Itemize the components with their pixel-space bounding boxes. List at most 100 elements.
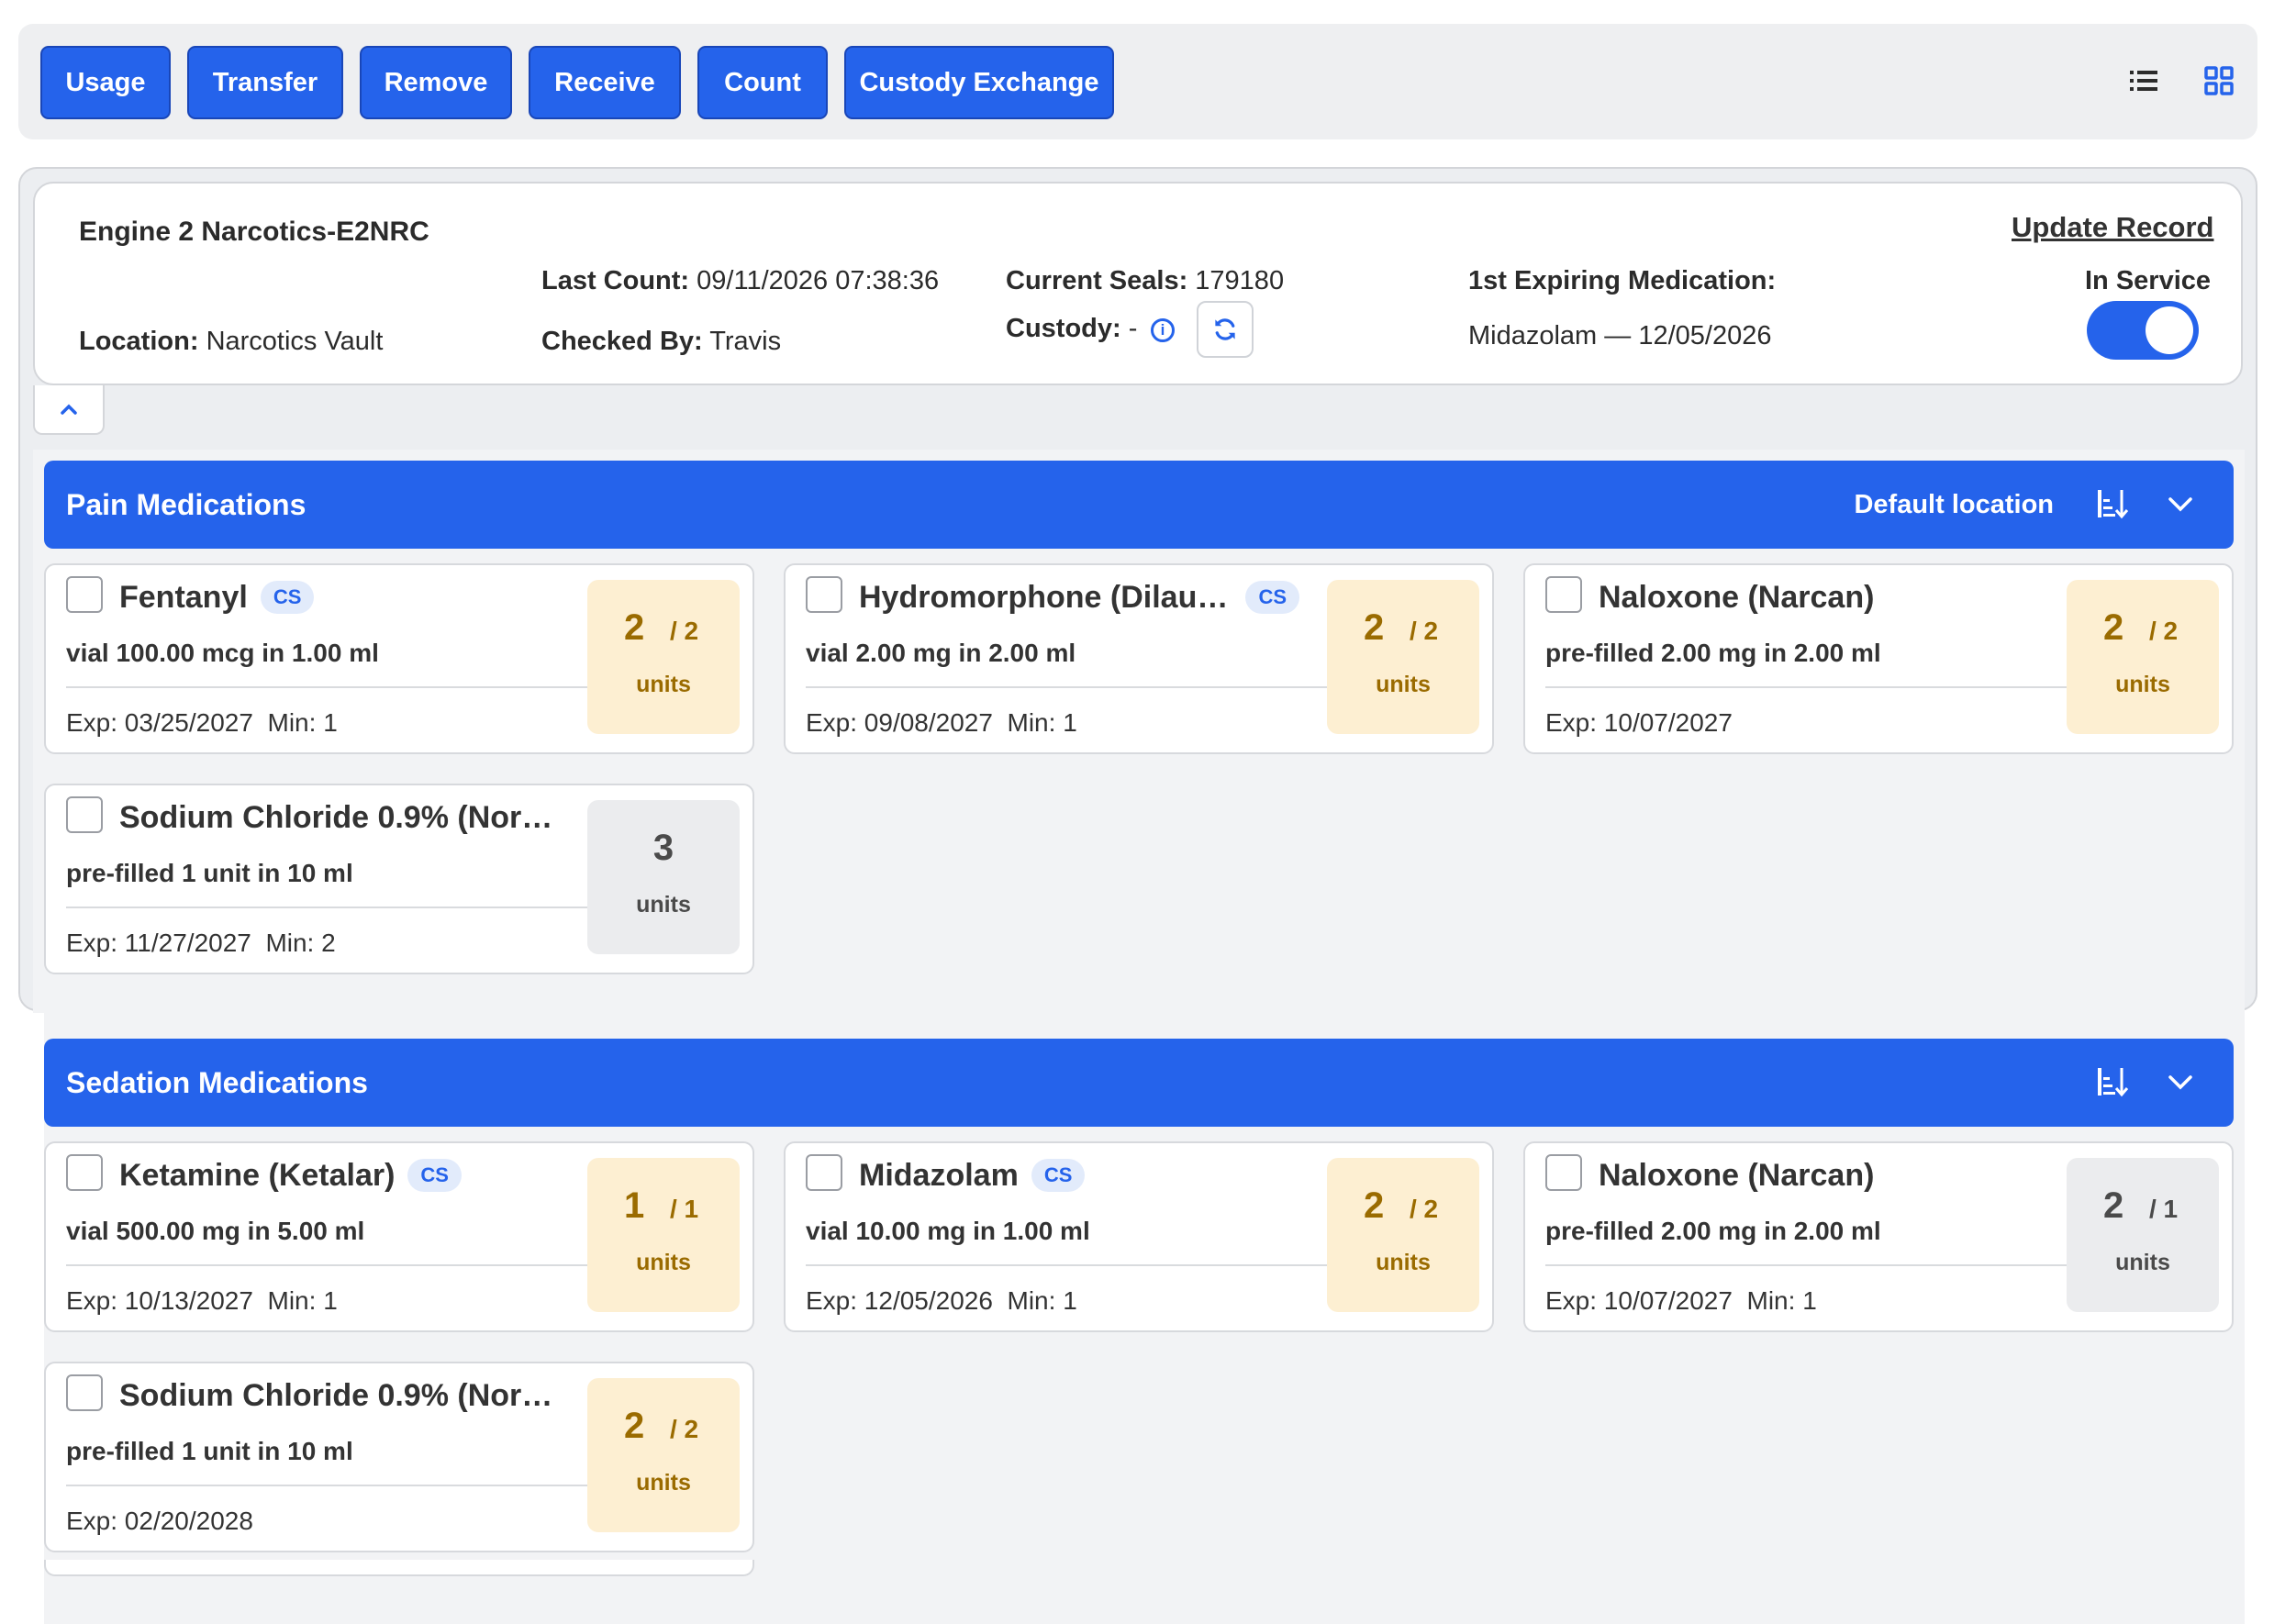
section-header-sedation: Sedation Medications (44, 1039, 2234, 1127)
transfer-button[interactable]: Transfer (187, 46, 343, 119)
service-status-label: In Service (2085, 266, 2212, 295)
exp-date: Exp: 03/25/2027 (66, 708, 253, 737)
refresh-icon (1215, 318, 1235, 340)
exp-date: Exp: 02/20/2028 (66, 1507, 253, 1535)
medication-form: vial 500.00 mg in 5.00 ml (66, 1217, 365, 1245)
medication-card[interactable]: Midazolam CS vial 10.00 mg in 1.00 ml Exp: … (784, 1141, 1494, 1332)
medication-form: vial 10.00 mg in 1.00 ml (806, 1217, 1090, 1245)
default-location-button[interactable]: Default location (1854, 461, 2054, 549)
medication-form: pre-filled 1 unit in 10 ml (66, 859, 353, 887)
select-checkbox[interactable] (66, 576, 103, 613)
location-value: Narcotics Vault (206, 327, 384, 356)
quantity-unit: units (1376, 1250, 1431, 1275)
medication-card[interactable]: Naloxone (Narcan) pre-filled 2.00 mg in 2… (1523, 1141, 2234, 1332)
sort-icon[interactable] (2094, 1064, 2131, 1101)
medication-name-text: Fentanyl (119, 579, 248, 615)
medication-form: pre-filled 1 unit in 10 ml (66, 1437, 353, 1465)
min-qty: Min: 1 (267, 1286, 338, 1315)
last-count-value: 09/11/2026 07:38:36 (697, 266, 940, 295)
exp-date: Exp: 12/05/2026 (806, 1286, 993, 1315)
remove-button[interactable]: Remove (360, 46, 512, 119)
expiring-label: 1st Expiring Medication: (1468, 266, 1777, 295)
expiration-info: Exp: 11/27/2027 Min: 2 (66, 929, 336, 958)
medication-card[interactable]: Naloxone (Narcan) pre-filled 2.00 mg in 2… (1523, 563, 2234, 754)
chevron-down-icon[interactable] (2164, 1066, 2197, 1099)
receive-button[interactable]: Receive (529, 46, 681, 119)
quantity-box: 2/ 2 units (2067, 580, 2219, 734)
select-checkbox[interactable] (66, 796, 103, 833)
section-header-pain: Pain Medications Default location (44, 461, 2234, 549)
medication-name: Naloxone (Narcan) (1599, 576, 1874, 618)
select-checkbox[interactable] (1545, 576, 1582, 613)
section-title: Sedation Medications (66, 1066, 368, 1099)
expiration-info: Exp: 10/07/2027 (1545, 708, 1733, 738)
quantity-unit: units (636, 672, 691, 697)
exp-date: Exp: 10/07/2027 (1545, 708, 1733, 737)
sort-icon[interactable] (2094, 486, 2131, 523)
medication-name: Sodium Chloride 0.9% (Norm... (119, 796, 560, 839)
medication-name: Hydromorphone (Dilaud... CS (859, 576, 1299, 618)
quantity-box: 3 units (587, 800, 740, 954)
medication-form: pre-filled 2.00 mg in 2.00 ml (1545, 639, 1881, 667)
custody-label: Custody: (1006, 314, 1121, 343)
quantity-unit: units (1376, 672, 1431, 697)
exp-date: Exp: 09/08/2027 (806, 708, 993, 737)
medication-form: vial 100.00 mcg in 1.00 ml (66, 639, 379, 667)
medication-card[interactable]: Sodium Chloride 0.9% (Norm... pre-filled … (44, 1362, 754, 1552)
quantity-total: / 2 (2149, 617, 2179, 645)
select-checkbox[interactable] (806, 576, 842, 613)
action-toolbar: Usage Transfer Remove Receive Count Cust… (18, 24, 2257, 139)
divider (806, 1264, 1332, 1266)
cs-badge: CS (1245, 581, 1299, 614)
quantity-unit: units (636, 1250, 691, 1275)
chevron-down-icon[interactable] (2164, 488, 2197, 521)
quantity-box: 2/ 1 units (2067, 1158, 2219, 1312)
select-checkbox[interactable] (806, 1154, 842, 1191)
select-checkbox[interactable] (66, 1374, 103, 1411)
medication-card[interactable]: Fentanyl CS vial 100.00 mcg in 1.00 ml Exp:… (44, 563, 754, 754)
medication-form: pre-filled 2.00 mg in 2.00 ml (1545, 1217, 1881, 1245)
update-record-link[interactable]: Update Record (2012, 211, 2213, 244)
list-view-icon[interactable] (2123, 61, 2164, 101)
divider (66, 1485, 593, 1486)
custody-exchange-button[interactable]: Custody Exchange (844, 46, 1114, 119)
expiration-info: Exp: 12/05/2026 Min: 1 (806, 1286, 1077, 1316)
medication-card[interactable]: Ketamine (Ketalar) CS vial 500.00 mg in 5.… (44, 1141, 754, 1332)
medication-name-text: Naloxone (Narcan) (1599, 1157, 1875, 1193)
quantity-count: 3 (652, 828, 674, 868)
medication-card[interactable]: Sodium Chloride 0.9% (Norm... pre-filled … (44, 784, 754, 974)
grid-view-icon[interactable] (2199, 61, 2239, 101)
collapse-record-button[interactable] (33, 385, 105, 435)
quantity-box: 2/ 2 units (1327, 580, 1479, 734)
toggle-knob (2146, 306, 2193, 354)
medication-name-text: Midazolam (859, 1157, 1019, 1193)
quantity-unit: units (2115, 672, 2170, 697)
select-checkbox[interactable] (1545, 1154, 1582, 1191)
expiration-info: Exp: 03/25/2027 Min: 1 (66, 708, 338, 738)
quantity-box: 2/ 2 units (1327, 1158, 1479, 1312)
medication-name-text: Hydromorphone (Dilaud... (859, 579, 1233, 615)
divider (66, 1264, 593, 1266)
cs-badge: CS (407, 1159, 462, 1192)
info-icon[interactable]: i (1151, 318, 1175, 342)
select-checkbox[interactable] (66, 1154, 103, 1191)
chevron-up-icon (61, 404, 77, 415)
usage-button[interactable]: Usage (40, 46, 171, 119)
medication-name-text: Ketamine (Ketalar) (119, 1157, 396, 1193)
in-service-toggle[interactable] (2087, 301, 2199, 360)
divider (1545, 686, 2072, 688)
divider (66, 907, 593, 908)
refresh-custody-button[interactable] (1197, 301, 1254, 358)
medication-name: Fentanyl CS (119, 576, 315, 618)
medication-name: Naloxone (Narcan) (1599, 1154, 1874, 1196)
quantity-total: / 1 (670, 1195, 699, 1223)
quantity-box: 2/ 2 units (587, 1378, 740, 1532)
medication-card[interactable]: Hydromorphone (Dilaud... CS vial 2.00 mg i… (784, 563, 1494, 754)
seals-value: 179180 (1195, 266, 1285, 295)
quantity-box: 1/ 1 units (587, 1158, 740, 1312)
section-title: Pain Medications (66, 488, 307, 521)
exp-date: Exp: 11/27/2027 (66, 929, 251, 957)
seals-info: Current Seals: 179180 (1006, 266, 1284, 296)
medication-name-text: Naloxone (Narcan) (1599, 579, 1875, 615)
count-button[interactable]: Count (697, 46, 828, 119)
